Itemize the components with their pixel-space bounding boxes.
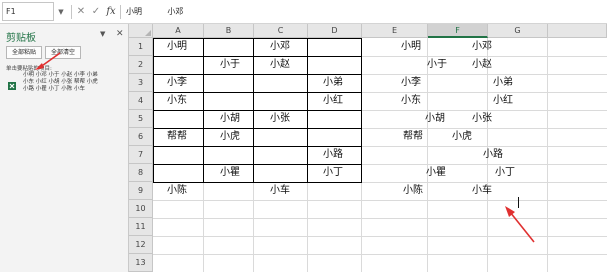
row-header-4[interactable]: 4 <box>129 92 153 110</box>
cell-b5[interactable]: 小胡 <box>220 110 240 128</box>
select-all-corner[interactable] <box>129 24 153 38</box>
pasted-line-6b: 小虎 <box>452 131 472 142</box>
clipboard-pane: 剪贴板 ▼ ✕ 全部粘贴 全部清空 单击要粘贴的项目: 小明 小邓 小于 小赵 … <box>0 24 129 272</box>
annotation-arrow <box>35 52 61 70</box>
pasted-line-8b: 小丁 <box>495 167 515 178</box>
divider <box>120 5 121 19</box>
cell-b2[interactable]: 小于 <box>220 56 240 74</box>
cell-a1[interactable]: 小明 <box>167 38 187 56</box>
pasted-line-9a: 小陈 <box>403 185 423 196</box>
cell-a4[interactable]: 小东 <box>167 92 187 110</box>
name-box[interactable]: F1 <box>2 2 54 21</box>
cell-c2[interactable]: 小赵 <box>270 56 290 74</box>
pane-title: 剪贴板 <box>6 33 36 44</box>
row-header-13[interactable]: 13 <box>129 254 153 272</box>
clipboard-item-line: 小路 小瞿 小丁 小陈 小车 <box>23 86 85 93</box>
pasted-line-4a: 小东 <box>401 95 421 106</box>
column-header-c[interactable]: C <box>254 24 308 38</box>
column-header-b[interactable]: B <box>204 24 254 38</box>
spreadsheet-grid: A B C D E F G 1 2 3 4 5 6 7 8 9 10 11 12… <box>129 24 607 272</box>
column-header-g[interactable]: G <box>488 24 548 38</box>
cell-d3[interactable]: 小弟 <box>323 74 343 92</box>
cell-b6[interactable]: 小虎 <box>220 128 240 146</box>
excel-file-icon <box>8 82 16 90</box>
pasted-line-6a: 帮帮 <box>403 131 423 142</box>
formula-bar: F1 ▼ ✕ ✓ fx 小明 小邓 <box>0 0 607 24</box>
row-header-7[interactable]: 7 <box>129 146 153 164</box>
pasted-line-8a: 小瞿 <box>426 167 446 178</box>
enter-icon[interactable]: ✓ <box>89 3 103 21</box>
cancel-icon[interactable]: ✕ <box>74 3 88 21</box>
insert-function-icon[interactable]: fx <box>104 3 118 21</box>
row-header-6[interactable]: 6 <box>129 128 153 146</box>
pasted-line-2a: 小于 <box>427 59 447 70</box>
pasted-line-5a: 小胡 <box>425 113 445 124</box>
cell-a9[interactable]: 小陈 <box>167 182 187 200</box>
cell-a6[interactable]: 帮帮 <box>167 128 187 146</box>
clipboard-item[interactable]: 小明 小邓 小于 小赵 小李 小弟 小东 小红 小胡 小张 帮帮 小虎 小路 小… <box>23 72 125 94</box>
pasted-line-4b: 小红 <box>493 95 513 106</box>
row-header-5[interactable]: 5 <box>129 110 153 128</box>
column-header-f[interactable]: F <box>428 24 488 38</box>
pasted-line-1a: 小明 <box>401 41 421 52</box>
chevron-down-icon[interactable]: ▼ <box>100 28 105 40</box>
cell-d4[interactable]: 小红 <box>323 92 343 110</box>
cell-c5[interactable]: 小张 <box>270 110 290 128</box>
cell-d8[interactable]: 小丁 <box>323 164 343 182</box>
excel-window: F1 ▼ ✕ ✓ fx 小明 小邓 剪贴板 ▼ ✕ 全部粘贴 全部清空 单击要粘… <box>0 0 607 272</box>
column-header-d[interactable]: D <box>308 24 362 38</box>
pasted-line-9b: 小车 <box>472 185 492 196</box>
annotation-arrow <box>505 206 535 243</box>
row-header-1[interactable]: 1 <box>129 38 153 56</box>
pasted-line-2b: 小赵 <box>472 59 492 70</box>
column-header-a[interactable]: A <box>153 24 204 38</box>
row-header-10[interactable]: 10 <box>129 200 153 218</box>
cell-c9[interactable]: 小车 <box>270 182 290 200</box>
divider <box>71 5 72 19</box>
close-icon[interactable]: ✕ <box>116 28 124 40</box>
cell-d7[interactable]: 小路 <box>323 146 343 164</box>
row-header-2[interactable]: 2 <box>129 56 153 74</box>
formula-input[interactable]: 小明 小邓 <box>124 2 604 21</box>
pasted-line-3a: 小李 <box>401 77 421 88</box>
pasted-line-3b: 小弟 <box>493 77 513 88</box>
row-header-9[interactable]: 9 <box>129 182 153 200</box>
column-header-h[interactable] <box>548 24 607 38</box>
column-header-e[interactable]: E <box>362 24 428 38</box>
pasted-line-5b: 小张 <box>472 113 492 124</box>
row-header-12[interactable]: 12 <box>129 236 153 254</box>
cell-b8[interactable]: 小瞿 <box>220 164 240 182</box>
pasted-line-1b: 小邓 <box>472 41 492 52</box>
row-header-11[interactable]: 11 <box>129 218 153 236</box>
cell-c1[interactable]: 小邓 <box>270 38 290 56</box>
cell-a3[interactable]: 小李 <box>167 74 187 92</box>
row-header-3[interactable]: 3 <box>129 74 153 92</box>
chevron-down-icon[interactable]: ▼ <box>56 3 66 21</box>
row-header-8[interactable]: 8 <box>129 164 153 182</box>
pasted-line-7a: 小路 <box>483 149 503 160</box>
